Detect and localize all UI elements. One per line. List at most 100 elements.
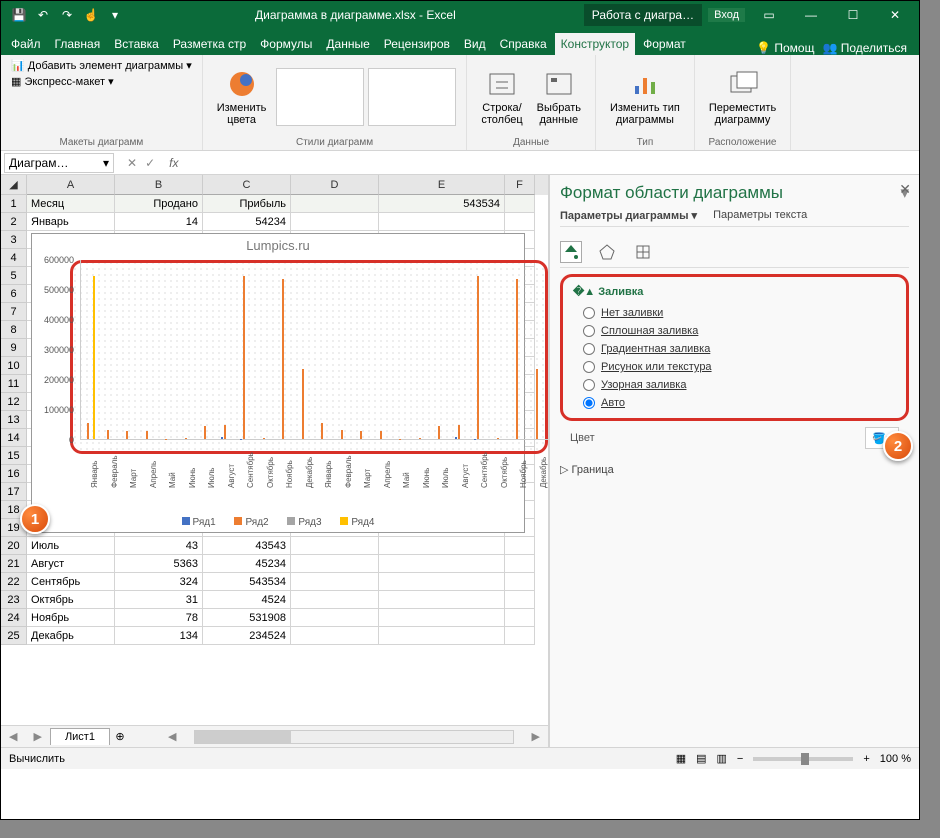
- tab-page-layout[interactable]: Разметка стр: [167, 33, 252, 55]
- row-header[interactable]: 22: [1, 573, 27, 591]
- tab-file[interactable]: Файл: [5, 33, 47, 55]
- hscroll-right-icon[interactable]: ▶: [524, 730, 548, 743]
- tell-me[interactable]: 💡 Помощ: [756, 41, 814, 55]
- fill-picture-radio[interactable]: Рисунок или текстура: [573, 358, 896, 376]
- table-row[interactable]: 25 Декабрь 134 234524: [1, 627, 548, 645]
- formula-input[interactable]: [182, 161, 919, 165]
- view-page-layout-icon[interactable]: ▤: [696, 752, 706, 765]
- select-all-corner[interactable]: ◢: [1, 175, 27, 195]
- row-header[interactable]: 6: [1, 285, 27, 303]
- size-properties-icon[interactable]: [632, 241, 654, 263]
- fill-auto-radio[interactable]: Авто: [573, 394, 896, 412]
- effects-icon[interactable]: [596, 241, 618, 263]
- ribbon-options-icon[interactable]: ▭: [751, 1, 787, 29]
- hscroll-thumb[interactable]: [195, 731, 290, 743]
- chart-styles-gallery[interactable]: [276, 68, 456, 126]
- add-sheet-button[interactable]: ⊕: [110, 730, 130, 743]
- view-normal-icon[interactable]: ▦: [676, 752, 686, 765]
- border-section-header[interactable]: ▷ Граница: [560, 463, 909, 476]
- save-icon[interactable]: 💾: [11, 7, 27, 23]
- fill-pattern-radio[interactable]: Узорная заливка: [573, 376, 896, 394]
- col-header[interactable]: B: [115, 175, 203, 195]
- table-row[interactable]: 23 Октябрь 31 4524: [1, 591, 548, 609]
- sheet-nav-next-icon[interactable]: ▶: [25, 730, 49, 743]
- hscroll-track[interactable]: [194, 730, 513, 744]
- row-header[interactable]: 8: [1, 321, 27, 339]
- row-header[interactable]: 2: [1, 213, 27, 231]
- zoom-in-icon[interactable]: +: [863, 753, 869, 765]
- tab-help[interactable]: Справка: [494, 33, 553, 55]
- tab-design[interactable]: Конструктор: [555, 33, 635, 55]
- switch-row-column-button[interactable]: Строка/ столбец: [477, 66, 526, 128]
- zoom-level[interactable]: 100 %: [880, 753, 911, 765]
- cancel-icon[interactable]: ✕: [127, 156, 137, 170]
- view-page-break-icon[interactable]: ▥: [717, 752, 727, 765]
- fill-solid-radio[interactable]: Сплошная заливка: [573, 322, 896, 340]
- row-header[interactable]: 21: [1, 555, 27, 573]
- row-header[interactable]: 13: [1, 411, 27, 429]
- row-header[interactable]: 12: [1, 393, 27, 411]
- quick-layout-button[interactable]: ▦ Экспресс-макет ▾: [11, 75, 114, 88]
- row-header[interactable]: 10: [1, 357, 27, 375]
- change-colors-button[interactable]: Изменить цвета: [213, 66, 271, 128]
- zoom-out-icon[interactable]: −: [737, 753, 743, 765]
- row-header[interactable]: 14: [1, 429, 27, 447]
- share-button[interactable]: 👥 Поделиться: [822, 41, 907, 55]
- select-data-button[interactable]: Выбрать данные: [533, 66, 585, 128]
- tab-format[interactable]: Формат: [637, 33, 692, 55]
- close-icon[interactable]: ✕: [877, 1, 913, 29]
- table-row[interactable]: 22 Сентябрь 324 543534: [1, 573, 548, 591]
- row-header[interactable]: 7: [1, 303, 27, 321]
- zoom-thumb[interactable]: [801, 753, 809, 765]
- add-chart-element-button[interactable]: 📊 Добавить элемент диаграммы ▾: [11, 59, 192, 72]
- move-chart-button[interactable]: Переместить диаграмму: [705, 66, 780, 128]
- pane-tab-text-options[interactable]: Параметры текста: [713, 209, 807, 222]
- table-row[interactable]: 21 Август 5363 45234: [1, 555, 548, 573]
- maximize-icon[interactable]: ☐: [835, 1, 871, 29]
- fill-gradient-radio[interactable]: Градиентная заливка: [573, 340, 896, 358]
- pane-close-icon[interactable]: ✕: [899, 181, 911, 198]
- table-row[interactable]: 20 Июль 43 43543: [1, 537, 548, 555]
- row-header[interactable]: 15: [1, 447, 27, 465]
- table-row[interactable]: 1 Месяц Продано Прибыль 543534: [1, 195, 548, 213]
- col-header[interactable]: E: [379, 175, 505, 195]
- zoom-slider[interactable]: [753, 757, 853, 761]
- fill-line-icon[interactable]: [560, 241, 582, 263]
- col-header[interactable]: A: [27, 175, 115, 195]
- fx-icon[interactable]: fx: [165, 156, 182, 170]
- qat-dropdown-icon[interactable]: ▾: [107, 7, 123, 23]
- row-header[interactable]: 9: [1, 339, 27, 357]
- chart-style-thumb[interactable]: [368, 68, 456, 126]
- embedded-chart[interactable]: Lumpics.ru 01000002000003000004000005000…: [31, 233, 525, 533]
- enter-icon[interactable]: ✓: [145, 156, 155, 170]
- row-header[interactable]: 23: [1, 591, 27, 609]
- tab-home[interactable]: Главная: [49, 33, 107, 55]
- row-header[interactable]: 17: [1, 483, 27, 501]
- tab-formulas[interactable]: Формулы: [254, 33, 318, 55]
- touch-icon[interactable]: ☝: [83, 7, 99, 23]
- chart-style-thumb[interactable]: [276, 68, 364, 126]
- fill-none-radio[interactable]: Нет заливки: [573, 304, 896, 322]
- pane-tab-chart-options[interactable]: Параметры диаграммы ▾: [560, 209, 697, 222]
- sheet-nav-prev-icon[interactable]: ◀: [1, 730, 25, 743]
- change-chart-type-button[interactable]: Изменить тип диаграммы: [606, 66, 684, 128]
- minimize-icon[interactable]: —: [793, 1, 829, 29]
- row-header[interactable]: 4: [1, 249, 27, 267]
- row-header[interactable]: 5: [1, 267, 27, 285]
- login-button[interactable]: Вход: [708, 8, 745, 22]
- tab-insert[interactable]: Вставка: [108, 33, 165, 55]
- sheet-tab[interactable]: Лист1: [50, 728, 110, 745]
- tab-data[interactable]: Данные: [320, 33, 375, 55]
- fill-section-header[interactable]: �▲ Заливка: [573, 285, 896, 298]
- row-header[interactable]: 20: [1, 537, 27, 555]
- row-header[interactable]: 16: [1, 465, 27, 483]
- undo-icon[interactable]: ↶: [35, 7, 51, 23]
- name-box[interactable]: Диаграм…▾: [4, 153, 114, 173]
- row-header[interactable]: 1: [1, 195, 27, 213]
- tab-view[interactable]: Вид: [458, 33, 492, 55]
- col-header[interactable]: D: [291, 175, 379, 195]
- row-header[interactable]: 25: [1, 627, 27, 645]
- row-header[interactable]: 3: [1, 231, 27, 249]
- row-header[interactable]: 24: [1, 609, 27, 627]
- row-header[interactable]: 11: [1, 375, 27, 393]
